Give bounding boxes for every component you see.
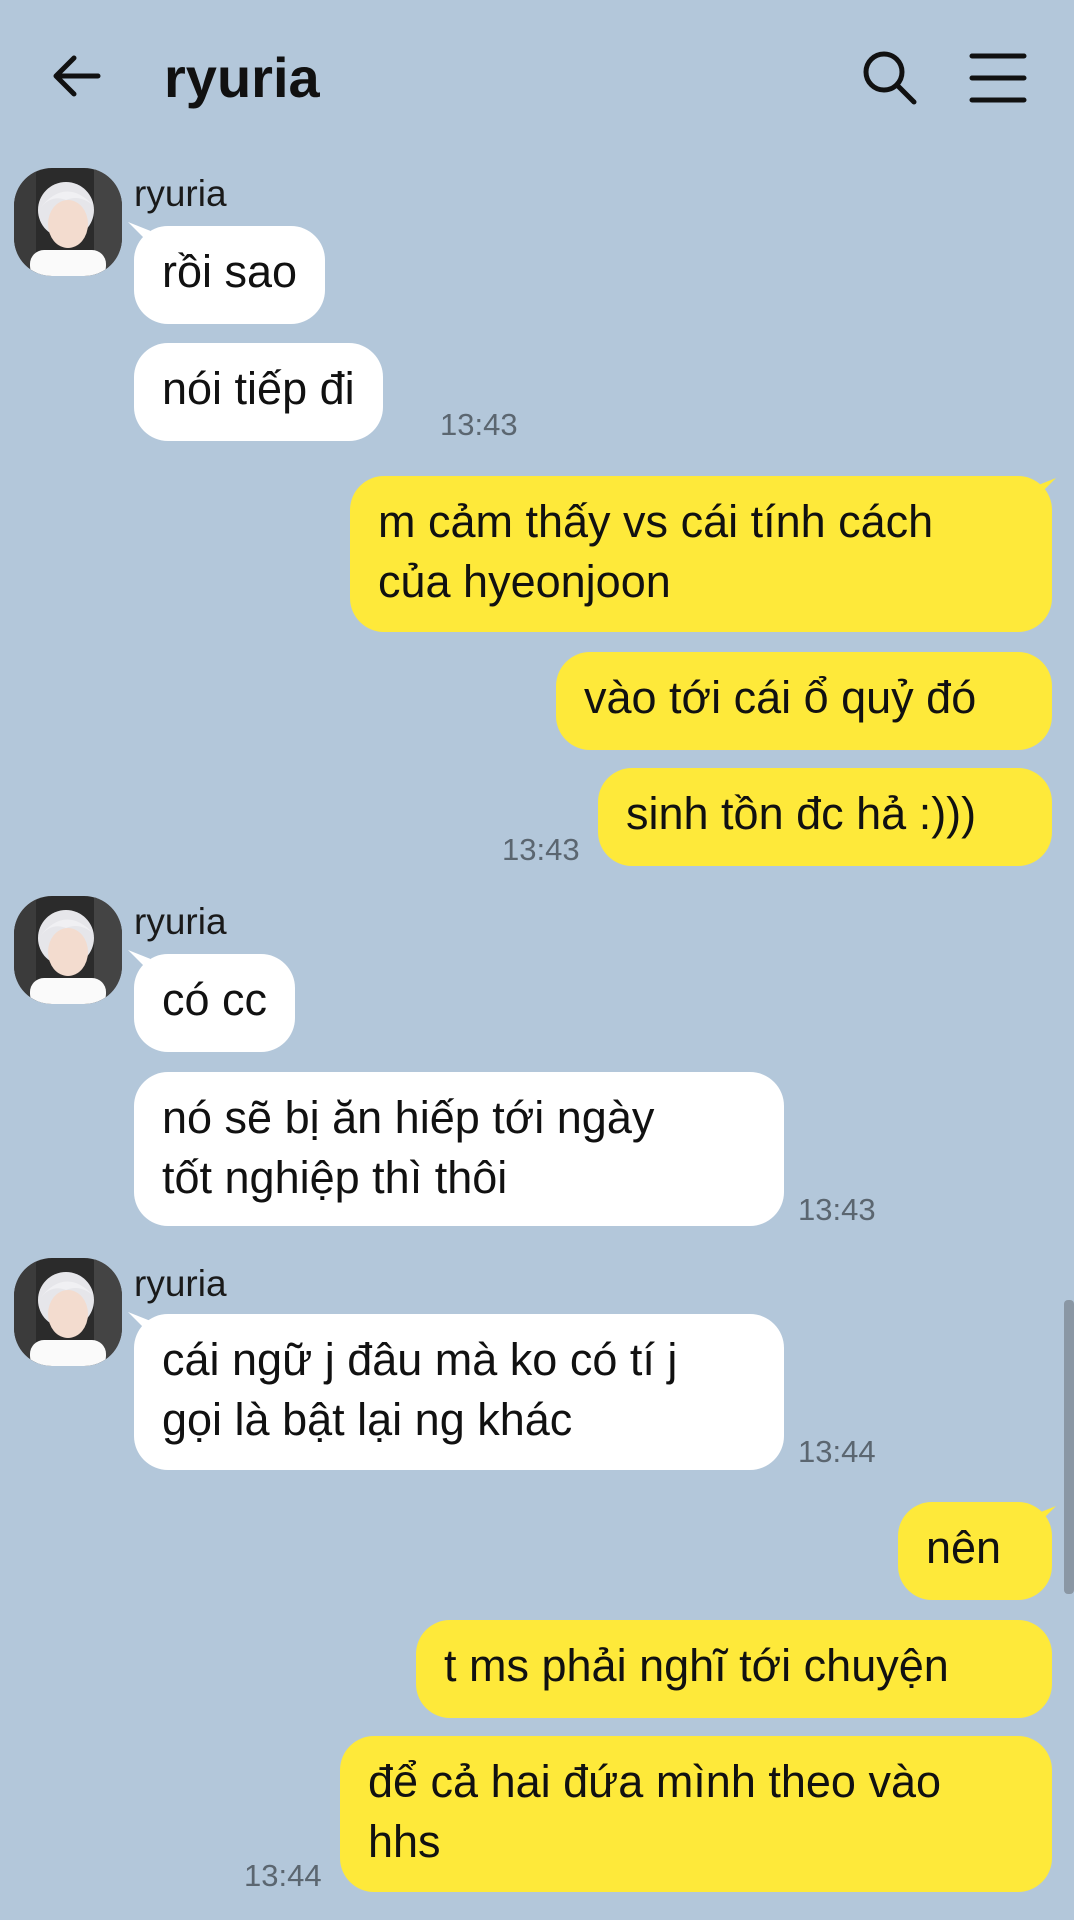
message-line: cái ngữ j đâu mà ko có tí j bbox=[162, 1334, 678, 1385]
arrow-left-icon bbox=[53, 55, 101, 97]
avatar[interactable] bbox=[14, 1258, 122, 1366]
message-time: 13:43 bbox=[440, 407, 518, 442]
message-bubble-outgoing[interactable]: t ms phải nghĩ tới chuyện bbox=[416, 1620, 1052, 1718]
message-time: 13:43 bbox=[502, 832, 580, 867]
message-time: 13:44 bbox=[244, 1858, 322, 1893]
sender-name: ryuria bbox=[134, 901, 227, 942]
message-line: hhs bbox=[368, 1816, 441, 1867]
sender-name: ryuria bbox=[134, 173, 227, 214]
message-time: 13:43 bbox=[798, 1192, 876, 1227]
message-bubble-outgoing[interactable]: sinh tồn đc hả :))) bbox=[598, 768, 1052, 866]
sender-name: ryuria bbox=[134, 1263, 227, 1304]
search-button[interactable] bbox=[860, 48, 920, 108]
chat-header: ryuria bbox=[0, 0, 1074, 155]
message-bubble-outgoing[interactable]: nên bbox=[898, 1502, 1052, 1600]
back-button[interactable] bbox=[48, 48, 108, 108]
message-bubble-outgoing[interactable]: m cảm thấy vs cái tính cách của hyeonjoo… bbox=[350, 476, 1052, 632]
message-bubble-incoming[interactable]: cái ngữ j đâu mà ko có tí j gọi là bật l… bbox=[134, 1314, 784, 1470]
profile-photo-icon bbox=[14, 896, 122, 1004]
message-line: để cả hai đứa mình theo vào bbox=[368, 1756, 942, 1807]
message-line: tốt nghiệp thì thôi bbox=[162, 1152, 508, 1203]
scrollbar[interactable] bbox=[1064, 1300, 1074, 1594]
menu-button[interactable] bbox=[968, 50, 1028, 106]
message-bubble-incoming[interactable]: có cc bbox=[134, 954, 296, 1052]
message-line: gọi là bật lại ng khác bbox=[162, 1394, 573, 1445]
message-line: nó sẽ bị ăn hiếp tới ngày bbox=[162, 1092, 655, 1143]
message-bubble-incoming[interactable]: nó sẽ bị ăn hiếp tới ngày tốt nghiệp thì… bbox=[134, 1072, 784, 1226]
message-bubble-outgoing[interactable]: vào tới cái ổ quỷ đó bbox=[556, 652, 1052, 750]
message-time: 13:44 bbox=[798, 1434, 876, 1469]
hamburger-menu-icon bbox=[969, 53, 1027, 103]
message-bubble-incoming[interactable]: nói tiếp đi bbox=[134, 343, 383, 441]
profile-photo-icon bbox=[14, 168, 122, 276]
message-bubble-incoming[interactable]: rồi sao bbox=[134, 226, 326, 324]
message-line: m cảm thấy vs cái tính cách bbox=[378, 496, 934, 547]
search-icon bbox=[863, 51, 917, 105]
message-bubble-outgoing[interactable]: để cả hai đứa mình theo vào hhs bbox=[340, 1736, 1052, 1892]
chat-title: ryuria bbox=[164, 46, 320, 109]
message-line: của hyeonjoon bbox=[378, 556, 671, 607]
avatar[interactable] bbox=[14, 896, 122, 1004]
profile-photo-icon bbox=[14, 1258, 122, 1366]
avatar[interactable] bbox=[14, 168, 122, 276]
